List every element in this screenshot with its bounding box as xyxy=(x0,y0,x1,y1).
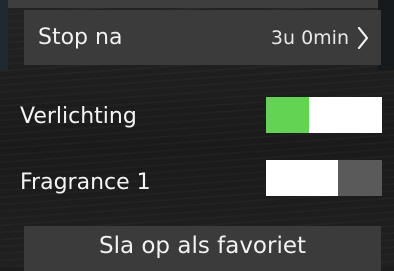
top-edge xyxy=(0,0,394,8)
setting-label-verlichting: Verlichting xyxy=(20,104,137,129)
toggle-verlichting[interactable] xyxy=(266,97,382,133)
stop-after-label: Stop na xyxy=(38,25,123,50)
toggle-off-segment xyxy=(338,160,382,196)
chevron-right-icon xyxy=(357,26,369,49)
toggle-on-segment xyxy=(266,97,309,133)
setting-label-fragrance-1: Fragrance 1 xyxy=(20,170,151,195)
toggle-track xyxy=(266,160,338,196)
stop-after-value-group: 3u 0min xyxy=(270,26,369,49)
stop-after-value: 3u 0min xyxy=(270,26,349,49)
toggle-fragrance-1[interactable] xyxy=(266,160,382,196)
toggle-track xyxy=(309,97,382,133)
stop-after-row[interactable]: Stop na 3u 0min xyxy=(24,10,381,65)
left-edge xyxy=(0,0,8,70)
save-as-favorite-button[interactable]: Sla op als favoriet xyxy=(24,226,381,271)
